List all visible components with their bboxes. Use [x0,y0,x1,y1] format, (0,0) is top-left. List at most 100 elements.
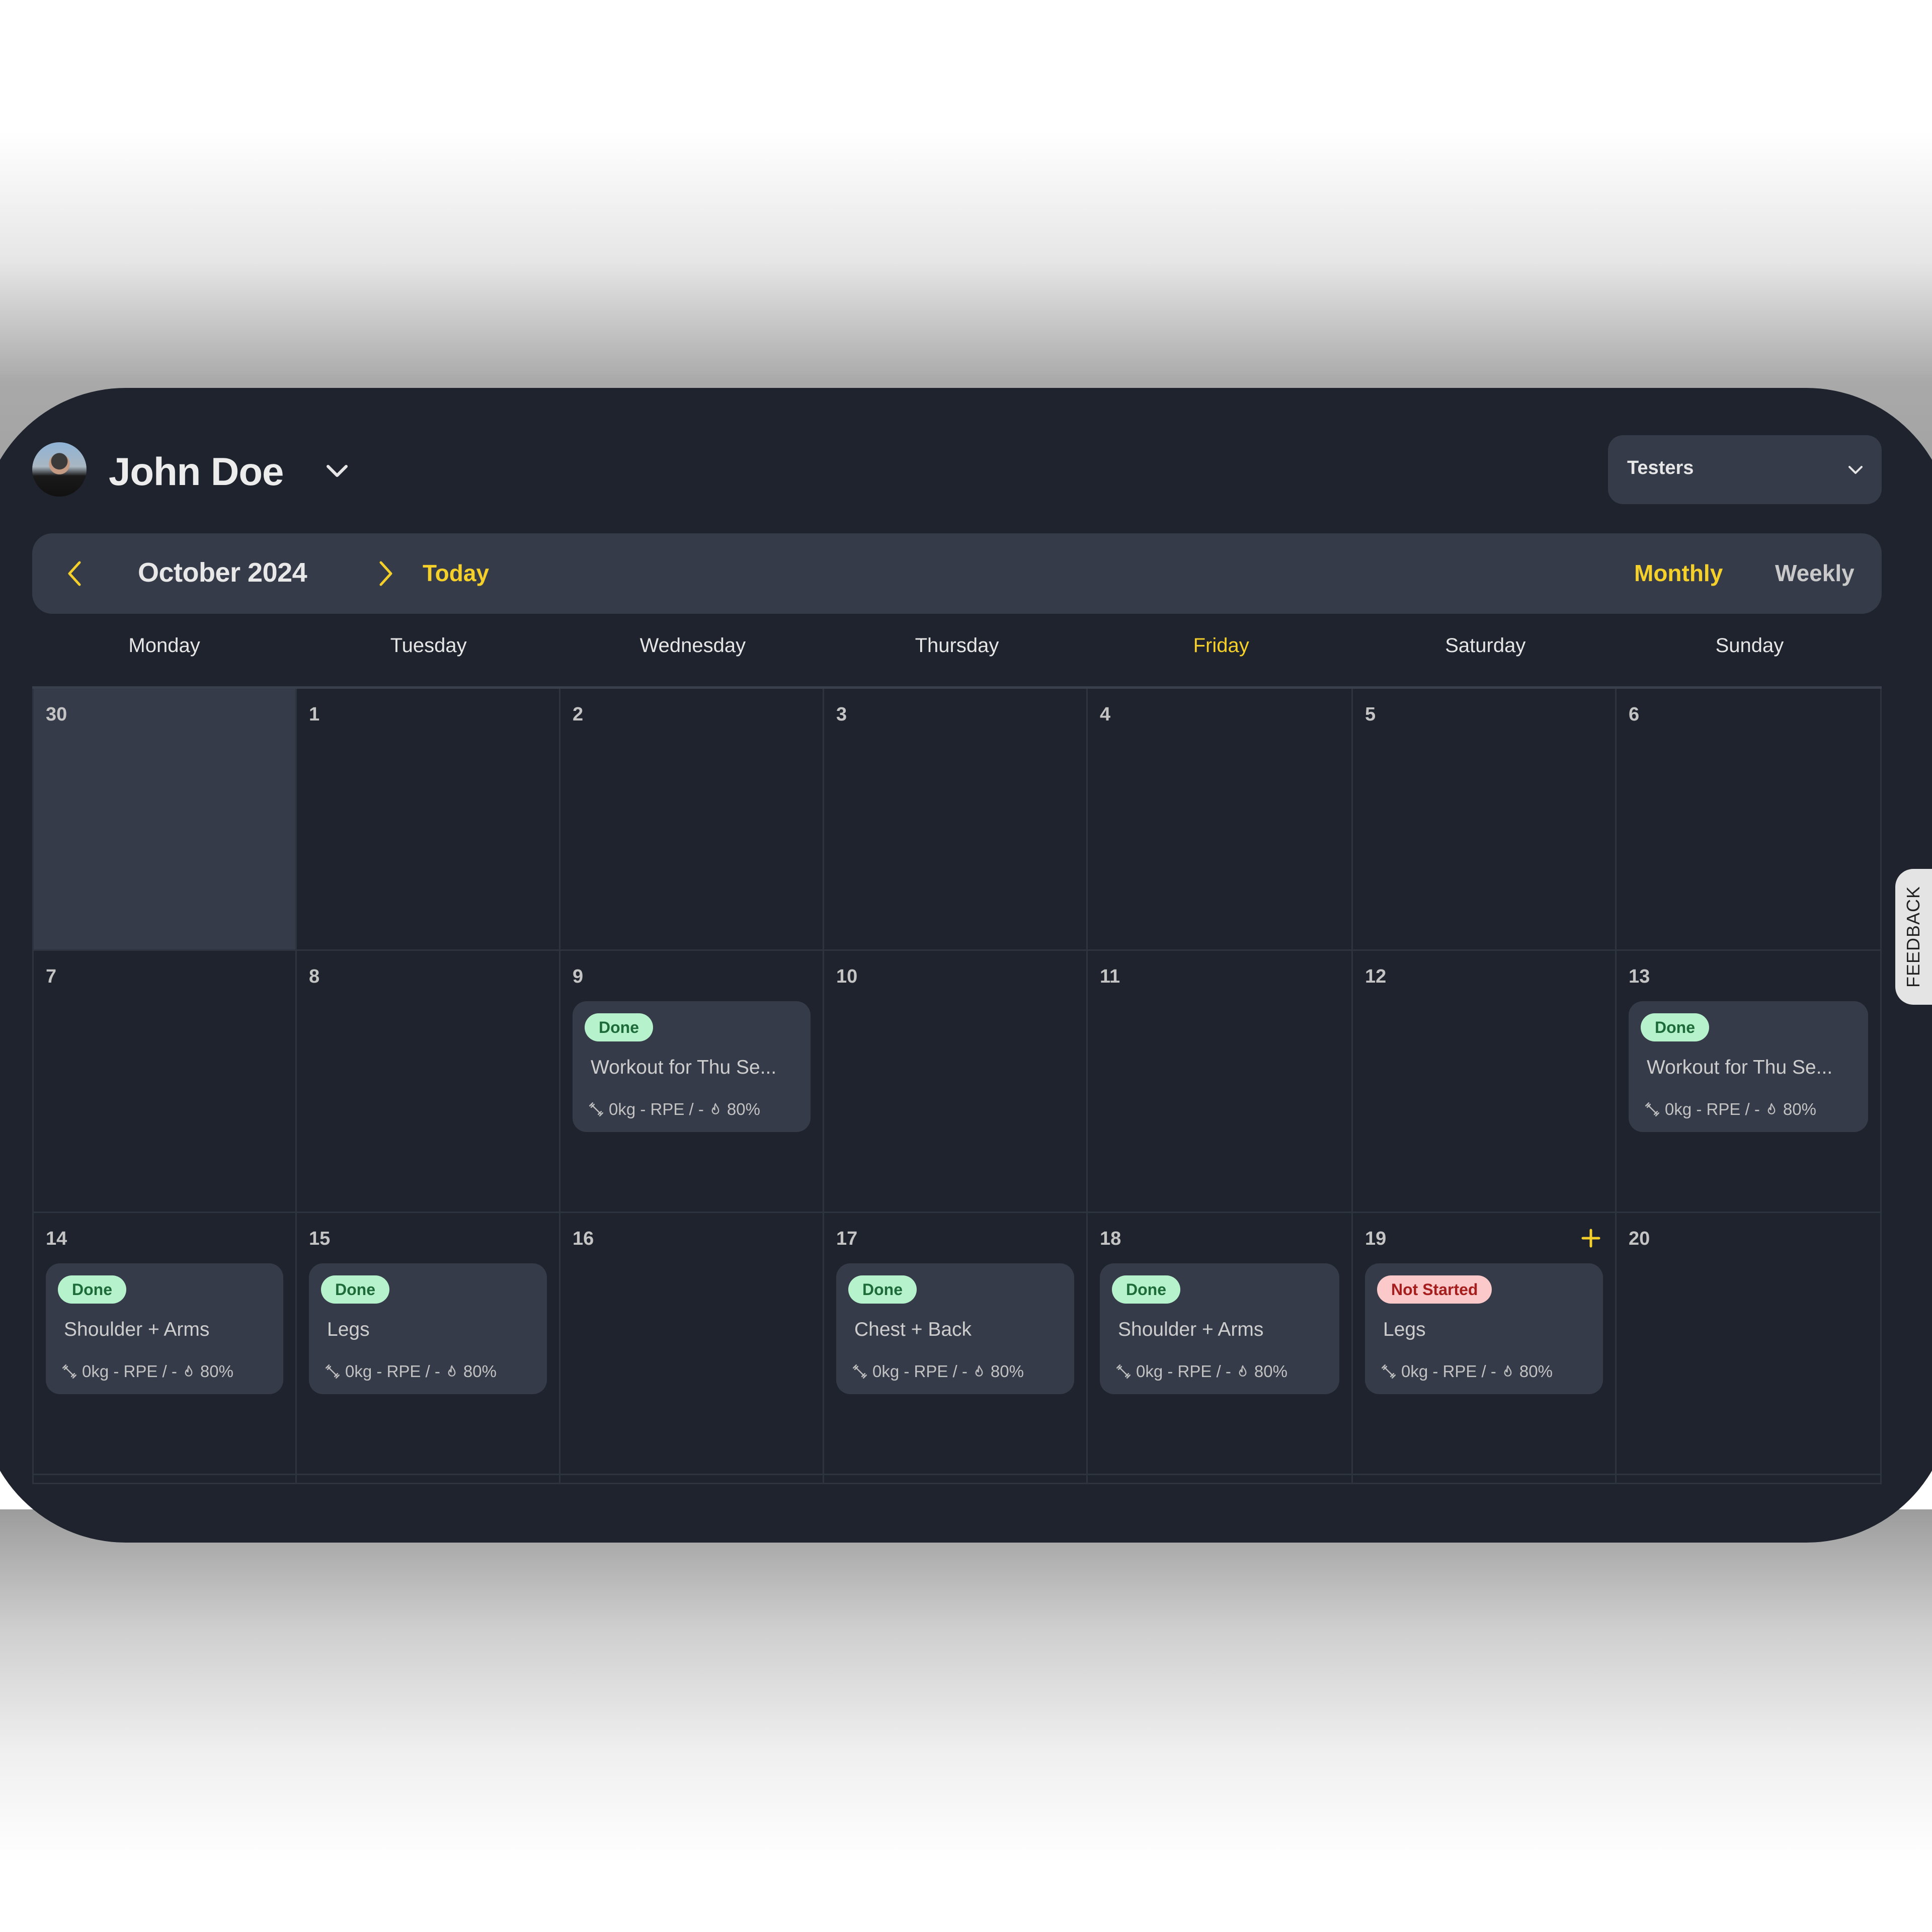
calendar-day-cell[interactable]: 17 Done Chest + Back 0kg - RPE / - 80% [824,1213,1088,1475]
view-toggle-weekly[interactable]: Weekly [1775,559,1855,587]
workout-meta: 0kg - RPE / - 80% [588,1100,760,1119]
calendar-day-cell-partial [1353,1475,1617,1484]
calendar-day-cell-partial [32,1475,297,1484]
weekday-label: Tuesday [390,634,467,657]
date-number: 3 [836,704,847,725]
weekday-label: Monday [128,634,200,657]
workout-card[interactable]: Not Started Legs 0kg - RPE / - 80% [1365,1263,1603,1394]
calendar-day-cell[interactable]: 2 [560,689,824,951]
calendar-day-cell[interactable]: 7 [32,951,297,1213]
workout-card[interactable]: Done Workout for Thu Se... 0kg - RPE / - 80… [1629,1001,1868,1132]
workout-title: Workout for Thu Se... [1647,1057,1833,1078]
workout-card[interactable]: Done Workout for Thu Se... 0kg - RPE / - 80… [573,1001,811,1132]
dumbbell-icon [589,1102,604,1117]
calendar-day-cell[interactable]: 14 Done Shoulder + Arms 0kg - RPE / - 80% [32,1213,297,1475]
chevron-down-icon[interactable] [322,458,352,484]
calendar-day-cell[interactable]: 6 [1617,689,1882,951]
weekday-label: Friday [1193,634,1249,657]
workout-title: Chest + Back [854,1319,972,1340]
calendar-day-cell[interactable]: 3 [824,689,1088,951]
date-number: 10 [836,966,858,987]
calendar-day-cell[interactable]: 5 [1353,689,1617,951]
calendar-day-cell[interactable]: 20 [1617,1213,1882,1475]
calendar-day-cell[interactable]: 8 [297,951,560,1213]
calendar-day-cell[interactable]: 19 Not Started Legs 0kg - RPE / - 80% [1353,1213,1617,1475]
workout-title: Workout for Thu Se... [591,1057,777,1078]
dumbbell-icon [1116,1364,1131,1379]
chevron-right-icon[interactable] [376,558,396,589]
workout-meta: 0kg - RPE / - 80% [324,1362,497,1381]
calendar-day-cell-partial [560,1475,824,1484]
workout-card[interactable]: Done Chest + Back 0kg - RPE / - 80% [836,1263,1074,1394]
calendar-day-cell[interactable]: 15 Done Legs 0kg - RPE / - 80% [297,1213,560,1475]
status-badge: Done [321,1275,389,1304]
status-badge: Done [1112,1275,1180,1304]
calendar-day-cell[interactable]: 30 [32,689,297,951]
calendar-day-cell-partial [824,1475,1088,1484]
date-number: 30 [46,704,67,725]
dumbbell-icon [62,1364,77,1379]
weekday-header: Monday Tuesday Wednesday Thursday Friday Satu… [32,634,1882,665]
date-number: 17 [836,1228,858,1249]
status-badge: Done [58,1275,126,1304]
workout-progress: 80% [200,1362,233,1381]
date-number: 9 [573,966,584,987]
today-button[interactable]: Today [423,559,489,587]
user-name[interactable]: John Doe [109,446,284,497]
date-number: 5 [1365,704,1376,725]
date-number: 19 [1365,1228,1387,1249]
workout-card[interactable]: Done Shoulder + Arms 0kg - RPE / - 80% [46,1263,283,1394]
weekday-label: Thursday [915,634,999,657]
calendar-navbar: October 2024 Today Monthly Weekly [32,533,1882,614]
dumbbell-icon [852,1364,867,1379]
calendar-day-cell-partial [1617,1475,1882,1484]
plus-icon[interactable] [1580,1227,1602,1249]
workout-weight-rpe: 0kg - RPE / - [82,1362,177,1381]
feedback-label: FEEDBACK [1903,886,1923,988]
workout-weight-rpe: 0kg - RPE / - [1136,1362,1231,1381]
view-toggle-monthly[interactable]: Monthly [1634,559,1723,587]
status-badge: Not Started [1377,1275,1492,1304]
workout-progress: 80% [1254,1362,1287,1381]
flame-icon [1239,1365,1247,1377]
workout-meta: 0kg - RPE / - 80% [61,1362,233,1381]
workout-meta: 0kg - RPE / - 80% [1115,1362,1287,1381]
calendar-day-cell[interactable]: 12 [1353,951,1617,1213]
chevron-down-icon [1848,466,1863,474]
workout-card[interactable]: Done Shoulder + Arms 0kg - RPE / - 80% [1100,1263,1339,1394]
calendar-day-cell[interactable]: 18 Done Shoulder + Arms 0kg - RPE / - 80% [1088,1213,1353,1475]
calendar-day-cell[interactable]: 11 [1088,951,1353,1213]
calendar-day-cell[interactable]: 1 [297,689,560,951]
date-number: 4 [1100,704,1111,725]
calendar-day-cell-partial [297,1475,560,1484]
calendar-day-cell[interactable]: 9 Done Workout for Thu Se... 0kg - RPE / - 8… [560,951,824,1213]
calendar-day-cell[interactable]: 16 [560,1213,824,1475]
calendar-day-cell[interactable]: 13 Done Workout for Thu Se... 0kg - RPE / -… [1617,951,1882,1213]
date-number: 1 [309,704,320,725]
flame-icon [448,1365,456,1377]
date-number: 16 [573,1228,594,1249]
workout-meta: 0kg - RPE / - 80% [851,1362,1024,1381]
user-avatar[interactable] [32,442,87,497]
workout-card[interactable]: Done Legs 0kg - RPE / - 80% [309,1263,547,1394]
chevron-left-icon[interactable] [64,558,85,589]
feedback-tab[interactable]: FEEDBACK [1895,869,1932,1005]
dumbbell-icon [1645,1102,1660,1117]
workout-progress: 80% [463,1362,497,1381]
workout-title: Legs [327,1319,370,1340]
calendar-day-cell[interactable]: 10 [824,951,1088,1213]
workout-weight-rpe: 0kg - RPE / - [1665,1100,1760,1118]
flame-icon [1504,1365,1512,1377]
workout-progress: 80% [990,1362,1024,1381]
calendar-day-cell[interactable]: 4 [1088,689,1353,951]
date-number: 2 [573,704,584,725]
group-select[interactable]: Testers [1608,435,1882,504]
status-badge: Done [585,1013,653,1041]
calendar-grid: 30 1 2 3 4 5 6 7 8 9 Done Workout for Thu Se... 0kg … [32,686,1882,1491]
status-badge: Done [848,1275,917,1304]
workout-title: Shoulder + Arms [64,1319,210,1340]
workout-weight-rpe: 0kg - RPE / - [1401,1362,1496,1381]
workout-weight-rpe: 0kg - RPE / - [345,1362,440,1381]
page-background-shadow [0,1509,1932,1932]
workout-meta: 0kg - RPE / - 80% [1380,1362,1553,1381]
